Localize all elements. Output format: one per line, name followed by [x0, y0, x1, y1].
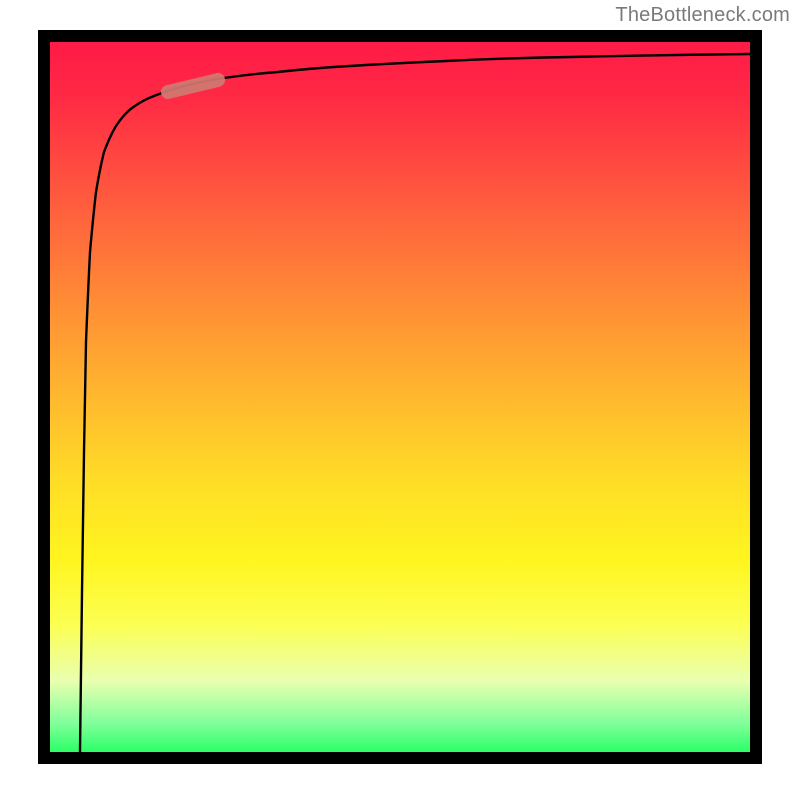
chart-frame	[38, 30, 762, 764]
main-curve	[80, 54, 750, 752]
chart-container: TheBottleneck.com	[0, 0, 800, 800]
plot-area	[50, 42, 750, 752]
curve-layer	[50, 42, 750, 752]
highlight-segment	[168, 80, 218, 92]
watermark-text: TheBottleneck.com	[615, 4, 790, 27]
